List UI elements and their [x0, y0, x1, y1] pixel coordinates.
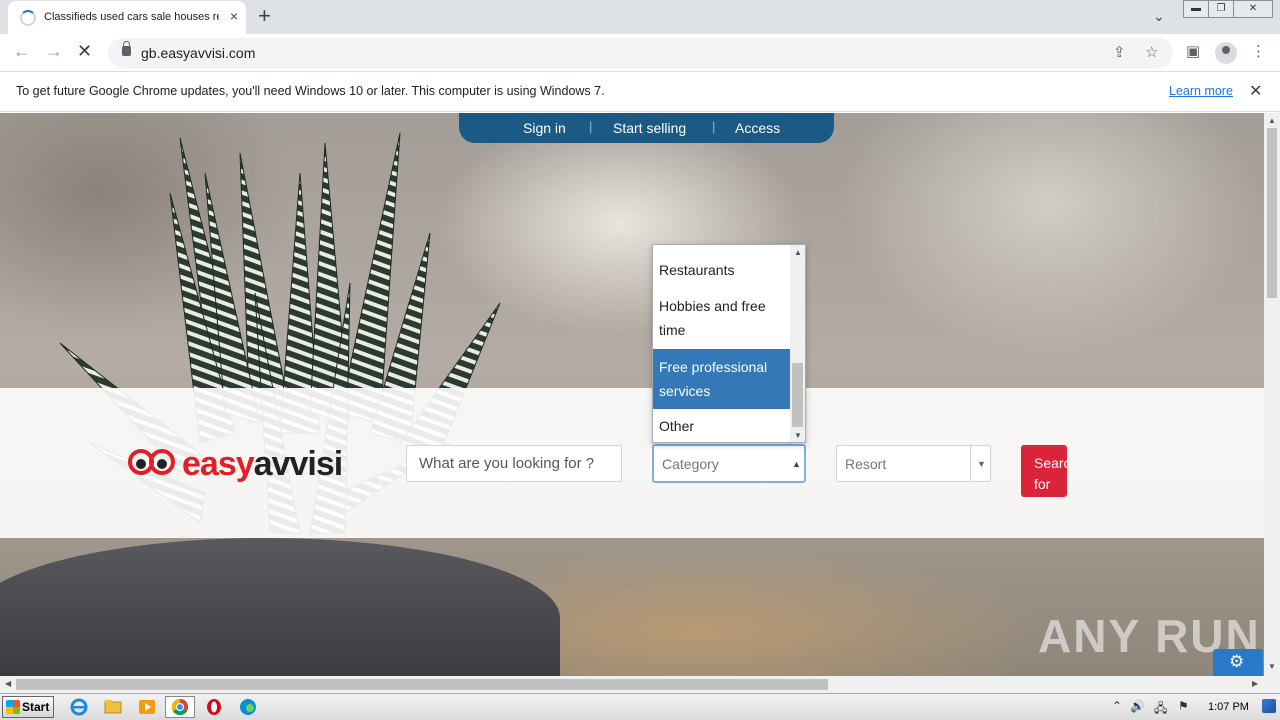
chrome-taskbar-icon[interactable]	[165, 696, 195, 718]
restore-button[interactable]: ❐	[1208, 0, 1234, 18]
new-tab-button[interactable]: +	[258, 3, 271, 29]
update-infobar: To get future Google Chrome updates, you…	[0, 72, 1280, 112]
scroll-left-arrow-icon[interactable]: ◀	[5, 679, 11, 688]
back-arrow-icon[interactable]: ←	[13, 41, 31, 62]
dropdown-scrollbar[interactable]: ▲ ▼	[790, 245, 805, 442]
windows-taskbar: Start ⌃ 🔊 🖧 ⚑ 1:07 PM	[0, 693, 1280, 720]
loading-spinner-icon	[20, 10, 36, 26]
start-button[interactable]: Start	[2, 696, 54, 718]
network-icon[interactable]: 🖧	[1154, 699, 1167, 720]
dropdown-option-other[interactable]: Other	[653, 414, 790, 438]
settings-button[interactable]: ⚙	[1213, 649, 1263, 676]
resort-select[interactable]: Resort ▼	[836, 445, 991, 482]
vertical-scrollbar[interactable]: ▲ ▼	[1264, 113, 1280, 676]
volume-icon[interactable]: 🔊	[1130, 699, 1145, 713]
bookmark-star-icon[interactable]: ☆	[1145, 43, 1158, 61]
browser-tab[interactable]: Classifieds used cars sale houses rent ×	[8, 1, 246, 34]
action-center-flag-icon[interactable]: ⚑	[1178, 699, 1189, 713]
scroll-right-arrow-icon[interactable]: ▶	[1252, 679, 1258, 688]
nav-separator: |	[712, 119, 716, 134]
resort-placeholder: Resort	[845, 456, 887, 472]
taskbar-clock[interactable]: 1:07 PM	[1208, 701, 1249, 713]
caret-up-icon: ▲	[792, 459, 801, 469]
category-select[interactable]: Category ▲	[652, 444, 806, 483]
search-button[interactable]: Search for	[1021, 445, 1067, 497]
select-divider	[970, 446, 971, 481]
infobar-close-icon[interactable]: ✕	[1249, 81, 1262, 101]
address-bar[interactable]: gb.easyavvisi.com ⇪ ☆	[108, 38, 1173, 68]
internet-explorer-icon[interactable]	[68, 697, 90, 717]
browser-toolbar: ← → ✕ gb.easyavvisi.com ⇪ ☆ ▣ ⋮	[0, 34, 1280, 72]
category-placeholder: Category	[662, 456, 719, 472]
logo-eyes-icon	[128, 449, 175, 475]
share-icon[interactable]: ⇪	[1113, 43, 1126, 61]
tray-expand-icon[interactable]: ⌃	[1112, 699, 1122, 713]
nav-separator: |	[589, 119, 593, 134]
horizontal-scroll-thumb[interactable]	[16, 679, 828, 690]
page-viewport: Sign in | Start selling | Access easyavv…	[0, 113, 1264, 676]
access-link[interactable]: Access	[735, 120, 780, 136]
lock-icon[interactable]	[122, 41, 131, 56]
tab-close-icon[interactable]: ×	[230, 8, 238, 24]
horizontal-scrollbar[interactable]: ◀ ▶	[0, 676, 1264, 693]
close-window-button[interactable]: ✕	[1233, 0, 1273, 18]
stop-loading-icon[interactable]: ✕	[77, 41, 92, 62]
tab-title: Classifieds used cars sale houses rent	[44, 11, 219, 23]
forward-arrow-icon[interactable]: →	[45, 41, 63, 62]
search-band: easyavvisi Category ▲ Resort ▼ Search fo…	[0, 388, 1264, 538]
profile-avatar-icon[interactable]	[1215, 42, 1237, 64]
show-desktop-icon[interactable]	[1262, 699, 1276, 713]
dropdown-option-hobbies[interactable]: Hobbies and free time	[653, 294, 790, 342]
category-dropdown-list[interactable]: Restaurants Hobbies and free time Free p…	[652, 244, 806, 443]
gear-icon: ⚙	[1229, 652, 1245, 671]
scroll-up-arrow-icon[interactable]: ▲	[794, 248, 802, 257]
logo-wordmark: easyavvisi	[182, 445, 343, 483]
scroll-down-arrow-icon[interactable]: ▼	[794, 431, 802, 440]
side-panel-icon[interactable]: ▣	[1186, 42, 1200, 60]
vertical-scroll-thumb[interactable]	[1267, 128, 1277, 298]
scroll-down-arrow-icon[interactable]: ▼	[1268, 662, 1276, 671]
top-navigation: Sign in | Start selling | Access	[459, 113, 834, 143]
opera-icon[interactable]	[203, 697, 225, 717]
chrome-menu-icon[interactable]: ⋮	[1251, 42, 1266, 60]
minimize-button[interactable]: ▬	[1183, 0, 1209, 18]
infobar-message: To get future Google Chrome updates, you…	[16, 84, 605, 98]
tab-search-chevron-icon[interactable]: ⌄	[1153, 8, 1165, 25]
learn-more-link[interactable]: Learn more	[1169, 84, 1233, 98]
edge-icon[interactable]	[237, 697, 259, 717]
url-text[interactable]: gb.easyavvisi.com	[141, 45, 255, 61]
dropdown-scroll-thumb[interactable]	[792, 363, 803, 427]
media-player-icon[interactable]	[136, 697, 158, 717]
tab-strip: Classifieds used cars sale houses rent ×…	[0, 0, 1280, 34]
scroll-up-arrow-icon[interactable]: ▲	[1268, 116, 1276, 125]
search-input[interactable]	[406, 445, 622, 482]
windows-logo-icon	[6, 700, 20, 714]
start-selling-link[interactable]: Start selling	[613, 120, 686, 136]
dropdown-option-free-professional-services[interactable]: Free professional services	[653, 349, 790, 409]
dropdown-option-restaurants[interactable]: Restaurants	[653, 258, 790, 282]
scrollbar-corner	[1264, 676, 1280, 693]
file-explorer-icon[interactable]	[102, 697, 124, 717]
sign-in-link[interactable]: Sign in	[523, 120, 566, 136]
caret-down-icon: ▼	[977, 459, 986, 469]
